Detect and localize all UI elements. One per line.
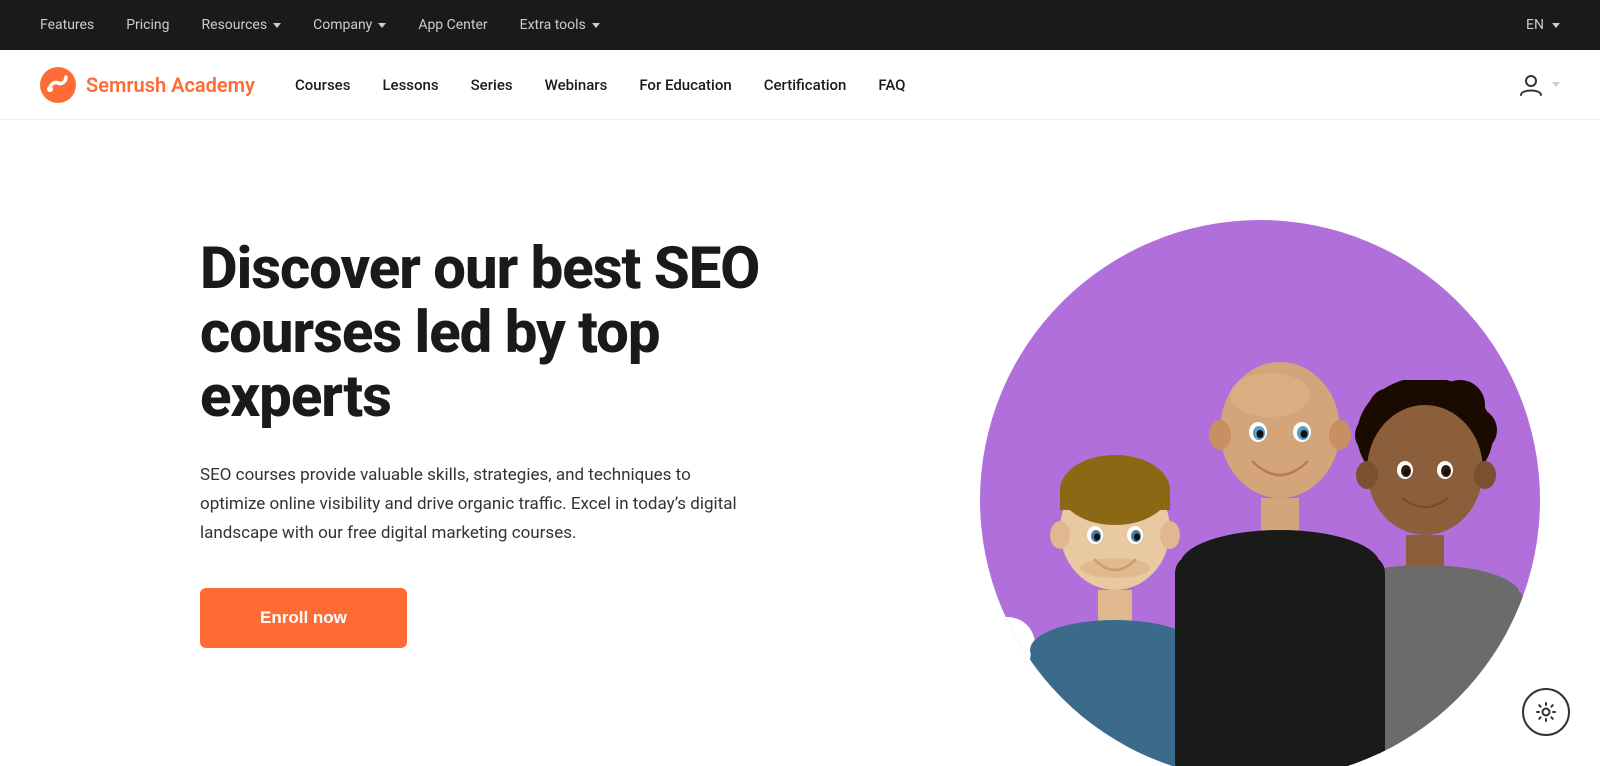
top-navigation: Features Pricing Resources Company App C… — [0, 0, 1600, 50]
gear-icon — [1535, 701, 1557, 723]
hero-title: Discover our best SEO courses led by top… — [200, 238, 820, 429]
academy-navigation: Semrush Academy Courses Lessons Series W… — [0, 50, 1600, 120]
nav-for-education[interactable]: For Education — [639, 76, 731, 94]
hero-content: Discover our best SEO courses led by top… — [200, 238, 820, 648]
chevron-down-icon — [1552, 23, 1560, 28]
nav-faq[interactable]: FAQ — [878, 76, 905, 94]
nav-courses[interactable]: Courses — [295, 76, 350, 94]
hero-image-area — [920, 200, 1600, 766]
language-selector[interactable]: EN — [1526, 17, 1560, 33]
settings-button[interactable] — [1522, 688, 1570, 736]
academy-nav-left: Semrush Academy Courses Lessons Series W… — [40, 67, 906, 103]
top-nav-features[interactable]: Features — [40, 17, 94, 33]
user-icon — [1518, 72, 1544, 98]
brand-name: Semrush Academy — [86, 73, 255, 97]
semrush-logo-icon — [40, 67, 76, 103]
top-nav-pricing[interactable]: Pricing — [126, 17, 169, 33]
hero-description: SEO courses provide valuable skills, str… — [200, 461, 760, 548]
top-nav-app-center[interactable]: App Center — [418, 17, 487, 33]
top-nav-resources[interactable]: Resources — [202, 17, 282, 33]
hero-circle-bg — [980, 220, 1540, 766]
top-nav-company[interactable]: Company — [313, 17, 386, 33]
top-nav-extra-tools[interactable]: Extra tools — [520, 17, 600, 33]
nav-certification[interactable]: Certification — [764, 76, 847, 94]
chevron-down-icon — [273, 23, 281, 28]
person-center-silhouette — [1165, 340, 1395, 766]
hero-section: Discover our best SEO courses led by top… — [0, 120, 1600, 766]
nav-series[interactable]: Series — [471, 76, 513, 94]
nav-webinars[interactable]: Webinars — [545, 76, 608, 94]
brand-logo-link[interactable]: Semrush Academy — [40, 67, 255, 103]
chevron-down-icon — [1552, 82, 1560, 87]
enroll-now-button[interactable]: Enroll now — [200, 588, 407, 648]
chevron-down-icon — [378, 23, 386, 28]
nav-lessons[interactable]: Lessons — [382, 76, 438, 94]
chevron-down-icon — [592, 23, 600, 28]
user-account-menu[interactable] — [1518, 72, 1560, 98]
academy-nav-links: Courses Lessons Series Webinars For Educ… — [295, 76, 906, 94]
top-nav-links: Features Pricing Resources Company App C… — [40, 17, 600, 33]
